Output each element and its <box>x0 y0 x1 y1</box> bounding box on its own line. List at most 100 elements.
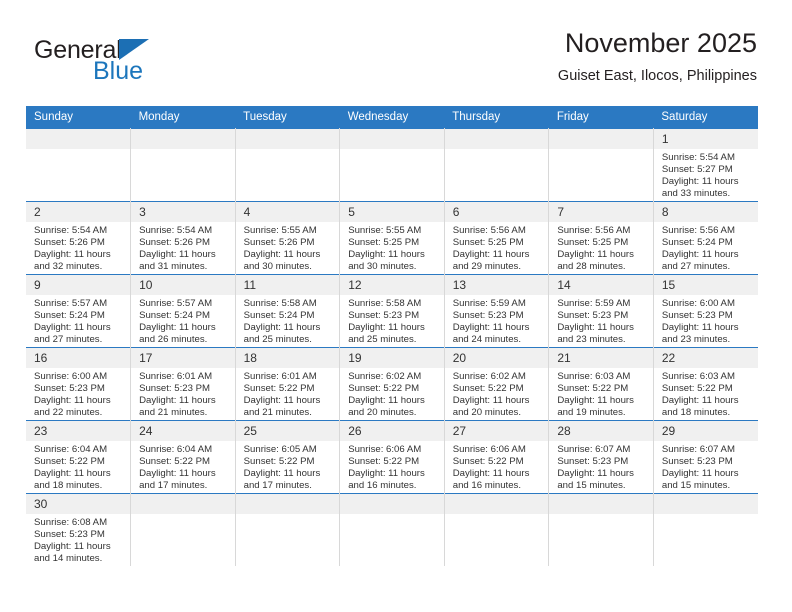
sunrise-text: Sunrise: 5:54 AM <box>661 152 735 163</box>
day-number: 25 <box>235 421 340 441</box>
day-details: Sunrise: 6:05 AM Sunset: 5:22 PM Daylight:… <box>236 441 340 492</box>
day-details: Sunrise: 6:02 AM Sunset: 5:22 PM Daylight:… <box>340 368 444 419</box>
day-number: 2 <box>26 202 131 222</box>
daylight-text: Daylight: 11 hours and 23 minutes. <box>661 322 739 346</box>
day-details: Sunrise: 6:01 AM Sunset: 5:22 PM Daylight:… <box>236 368 340 419</box>
day-details: Sunrise: 5:56 AM Sunset: 5:24 PM Daylight:… <box>654 222 758 273</box>
daylight-text: Daylight: 11 hours and 18 minutes. <box>661 395 739 419</box>
day-details: Sunrise: 6:04 AM Sunset: 5:22 PM Daylight:… <box>26 441 130 492</box>
daylight-text: Daylight: 11 hours and 20 minutes. <box>452 395 530 419</box>
calendar-day-cell[interactable]: 1 Sunrise: 5:54 AM Sunset: 5:27 PM Daylight… <box>652 128 758 202</box>
daylight-text: Daylight: 11 hours and 28 minutes. <box>557 249 634 273</box>
calendar-day-cell[interactable]: 27 Sunrise: 6:06 AM Sunset: 5:22 PM Dayligh… <box>443 420 550 494</box>
calendar-day-cell[interactable]: 28 Sunrise: 6:07 AM Sunset: 5:23 PM Dayligh… <box>548 420 654 494</box>
calendar-day-cell[interactable]: 2 Sunrise: 5:54 AM Sunset: 5:26 PM Daylight… <box>26 201 132 275</box>
day-number: 20 <box>444 348 549 368</box>
calendar-day-cell[interactable]: 11 Sunrise: 5:58 AM Sunset: 5:24 PM Dayligh… <box>234 274 341 348</box>
calendar-day-cell[interactable]: 12 Sunrise: 5:58 AM Sunset: 5:23 PM Dayligh… <box>339 274 445 348</box>
calendar-day-cell[interactable]: 13 Sunrise: 5:59 AM Sunset: 5:23 PM Dayligh… <box>443 274 550 348</box>
calendar-day-cell[interactable]: 7 Sunrise: 5:56 AM Sunset: 5:25 PM Daylight… <box>548 201 654 275</box>
daylight-text: Daylight: 11 hours and 16 minutes. <box>348 468 425 492</box>
calendar-day-cell[interactable]: 23 Sunrise: 6:04 AM Sunset: 5:22 PM Dayligh… <box>26 420 132 494</box>
day-details: Sunrise: 5:57 AM Sunset: 5:24 PM Daylight:… <box>26 295 130 346</box>
general-blue-logo: General Blue <box>34 38 184 88</box>
logo-text-blue: Blue <box>93 57 144 85</box>
calendar-day-cell[interactable]: 16 Sunrise: 6:00 AM Sunset: 5:23 PM Dayligh… <box>26 347 132 421</box>
daylight-text: Daylight: 11 hours and 30 minutes. <box>348 249 425 273</box>
calendar-day-cell-empty <box>339 493 445 566</box>
day-details <box>340 514 444 517</box>
sunrise-text: Sunrise: 5:58 AM <box>243 298 317 309</box>
calendar-week-row: 9 Sunrise: 5:57 AM Sunset: 5:24 PM Daylight… <box>26 274 758 348</box>
calendar-day-cell[interactable]: 30 Sunrise: 6:08 AM Sunset: 5:23 PM Dayligh… <box>26 493 132 566</box>
day-number: 23 <box>26 421 131 441</box>
day-details: Sunrise: 6:00 AM Sunset: 5:23 PM Daylight:… <box>654 295 758 346</box>
day-details: Sunrise: 5:56 AM Sunset: 5:25 PM Daylight:… <box>549 222 653 273</box>
calendar-day-cell[interactable]: 21 Sunrise: 6:03 AM Sunset: 5:22 PM Dayligh… <box>548 347 654 421</box>
calendar-day-cell[interactable]: 22 Sunrise: 6:03 AM Sunset: 5:22 PM Dayligh… <box>652 347 758 421</box>
calendar-day-cell[interactable]: 14 Sunrise: 5:59 AM Sunset: 5:23 PM Dayligh… <box>548 274 654 348</box>
day-number: 13 <box>444 275 549 295</box>
day-details: Sunrise: 6:06 AM Sunset: 5:22 PM Daylight:… <box>340 441 444 492</box>
sunset-text: Sunset: 5:23 PM <box>34 383 105 395</box>
calendar-day-cell[interactable]: 5 Sunrise: 5:55 AM Sunset: 5:25 PM Daylight… <box>339 201 445 275</box>
day-number: 30 <box>26 494 131 514</box>
day-details: Sunrise: 6:07 AM Sunset: 5:23 PM Daylight:… <box>549 441 653 492</box>
sunset-text: Sunset: 5:23 PM <box>661 310 733 322</box>
calendar-day-cell[interactable]: 15 Sunrise: 6:00 AM Sunset: 5:23 PM Dayligh… <box>652 274 758 348</box>
daylight-text: Daylight: 11 hours and 27 minutes. <box>661 249 739 273</box>
calendar-day-cell[interactable]: 29 Sunrise: 6:07 AM Sunset: 5:23 PM Dayligh… <box>652 420 758 494</box>
day-number: 29 <box>653 421 758 441</box>
sunrise-text: Sunrise: 5:59 AM <box>452 298 526 309</box>
calendar-day-cell[interactable]: 24 Sunrise: 6:04 AM Sunset: 5:22 PM Dayligh… <box>130 420 236 494</box>
day-details <box>549 514 653 517</box>
sunrise-text: Sunrise: 5:56 AM <box>452 225 526 236</box>
day-details: Sunrise: 5:56 AM Sunset: 5:25 PM Daylight:… <box>445 222 549 273</box>
sunset-text: Sunset: 5:22 PM <box>348 456 420 468</box>
calendar-day-cell[interactable]: 18 Sunrise: 6:01 AM Sunset: 5:22 PM Dayligh… <box>234 347 341 421</box>
weekday-header-thursday: Thursday <box>444 106 549 129</box>
calendar-day-cell[interactable]: 3 Sunrise: 5:54 AM Sunset: 5:26 PM Daylight… <box>130 201 236 275</box>
weekday-header-monday: Monday <box>130 106 236 129</box>
calendar-day-cell-empty <box>443 493 550 566</box>
daylight-text: Daylight: 11 hours and 31 minutes. <box>139 249 216 273</box>
calendar-day-cell[interactable]: 25 Sunrise: 6:05 AM Sunset: 5:22 PM Dayligh… <box>234 420 341 494</box>
sunrise-text: Sunrise: 6:03 AM <box>661 371 735 382</box>
calendar-day-cell[interactable]: 20 Sunrise: 6:02 AM Sunset: 5:22 PM Dayligh… <box>443 347 550 421</box>
daylight-text: Daylight: 11 hours and 23 minutes. <box>557 322 634 346</box>
calendar-day-cell[interactable]: 10 Sunrise: 5:57 AM Sunset: 5:24 PM Dayligh… <box>130 274 236 348</box>
daylight-text: Daylight: 11 hours and 24 minutes. <box>452 322 530 346</box>
day-details <box>236 149 340 152</box>
daylight-text: Daylight: 11 hours and 26 minutes. <box>139 322 216 346</box>
sunrise-text: Sunrise: 6:05 AM <box>243 444 317 455</box>
daylight-text: Daylight: 11 hours and 17 minutes. <box>139 468 216 492</box>
sunrise-text: Sunrise: 5:55 AM <box>348 225 422 236</box>
sunrise-text: Sunrise: 6:06 AM <box>452 444 526 455</box>
sunrise-text: Sunrise: 5:54 AM <box>139 225 213 236</box>
day-details <box>445 514 549 517</box>
calendar-header-row: Sunday Monday Tuesday Wednesday Thursday Frid… <box>26 106 758 129</box>
day-details <box>340 149 444 152</box>
calendar-day-cell[interactable]: 26 Sunrise: 6:06 AM Sunset: 5:22 PM Dayligh… <box>339 420 445 494</box>
calendar-day-cell[interactable]: 6 Sunrise: 5:56 AM Sunset: 5:25 PM Daylight… <box>443 201 550 275</box>
sunrise-text: Sunrise: 6:04 AM <box>139 444 213 455</box>
calendar-day-cell[interactable]: 8 Sunrise: 5:56 AM Sunset: 5:24 PM Daylight… <box>652 201 758 275</box>
daylight-text: Daylight: 11 hours and 15 minutes. <box>557 468 634 492</box>
sunset-text: Sunset: 5:27 PM <box>661 164 733 176</box>
day-details <box>445 149 549 152</box>
daylight-text: Daylight: 11 hours and 25 minutes. <box>243 322 321 346</box>
calendar-day-cell[interactable]: 17 Sunrise: 6:01 AM Sunset: 5:23 PM Dayligh… <box>130 347 236 421</box>
calendar-day-cell[interactable]: 19 Sunrise: 6:02 AM Sunset: 5:22 PM Dayligh… <box>339 347 445 421</box>
day-number: 26 <box>340 421 444 441</box>
day-number: 15 <box>653 275 758 295</box>
day-number: 4 <box>235 202 340 222</box>
day-details: Sunrise: 5:55 AM Sunset: 5:25 PM Daylight:… <box>340 222 444 273</box>
calendar-day-cell[interactable]: 4 Sunrise: 5:55 AM Sunset: 5:26 PM Daylight… <box>234 201 341 275</box>
day-details: Sunrise: 6:06 AM Sunset: 5:22 PM Daylight:… <box>445 441 549 492</box>
sunrise-sunset-calendar: Sunday Monday Tuesday Wednesday Thursday Frid… <box>26 106 758 566</box>
sunset-text: Sunset: 5:22 PM <box>452 383 524 395</box>
day-number <box>444 129 549 149</box>
day-number: 7 <box>549 202 653 222</box>
daylight-text: Daylight: 11 hours and 33 minutes. <box>661 176 739 200</box>
calendar-day-cell[interactable]: 9 Sunrise: 5:57 AM Sunset: 5:24 PM Daylight… <box>26 274 132 348</box>
